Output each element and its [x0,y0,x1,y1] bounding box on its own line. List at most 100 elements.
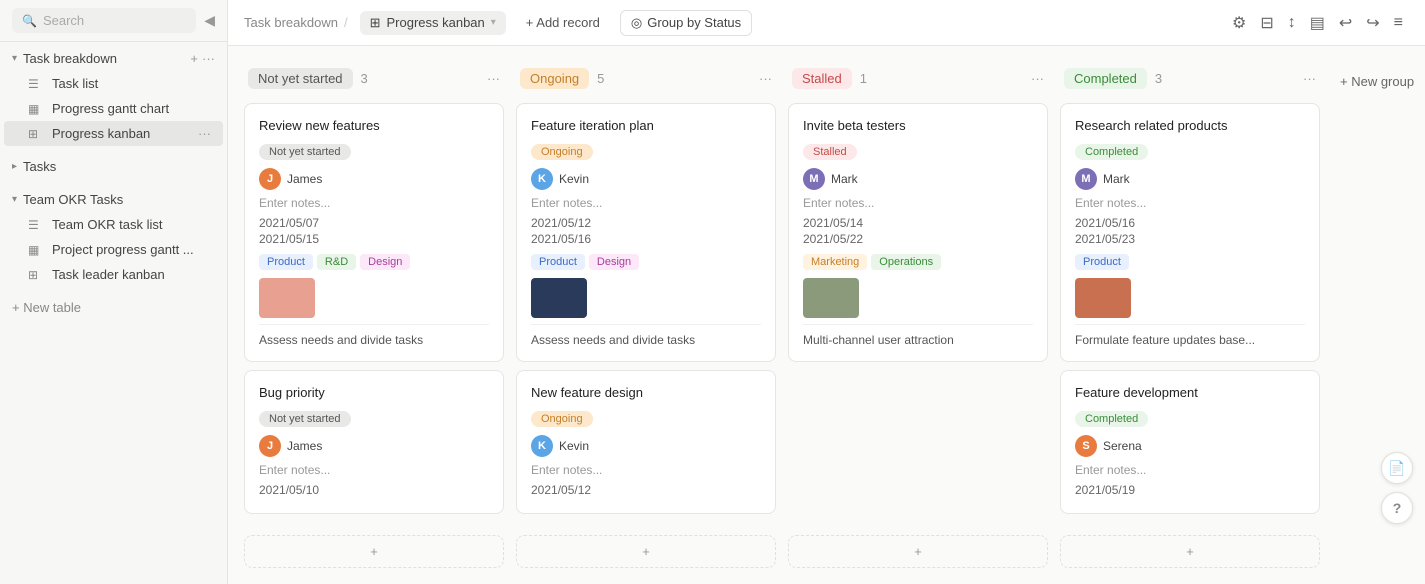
add-card-button[interactable]: + [788,535,1048,568]
card-card-3[interactable]: Feature iteration planOngoing K Kevin En… [516,103,776,362]
card-date1: 2021/05/16 [1075,216,1305,230]
avatar: K [531,435,553,457]
card-user: M Mark [803,168,1033,190]
add-card-button[interactable]: + [516,535,776,568]
undo-button[interactable]: ↩ [1333,9,1358,37]
task-breakdown-section-header[interactable]: ▾ Task breakdown + ··· [0,46,227,71]
breadcrumb: Task breakdown / [244,15,348,30]
view-tab-progress-kanban[interactable]: ⊞ Progress kanban ▾ [360,11,506,35]
card-card-6[interactable]: Research related productsCompleted M Mar… [1060,103,1320,362]
col-menu-icon[interactable]: ··· [1303,71,1316,86]
card-user: J James [259,168,489,190]
main-area: Task breakdown / ⊞ Progress kanban ▾ + A… [228,0,1425,584]
kanban-board: Not yet started3···Review new featuresNo… [228,46,1425,584]
card-title: Feature iteration plan [531,118,761,133]
tag: Operations [871,254,941,270]
chevron-down-icon: ▾ [12,194,17,205]
cards-container: Invite beta testersStalled M Mark Enter … [788,103,1048,531]
sidebar-item-progress-gantt[interactable]: ▦ Progress gantt chart [4,96,223,121]
search-icon: 🔍 [22,14,37,28]
more-button[interactable]: ≡ [1388,10,1409,36]
col-count: 3 [1155,71,1162,86]
card-card-2[interactable]: Bug priorityNot yet started J James Ente… [244,370,504,514]
card-date2: 2021/05/22 [803,232,1033,246]
avatar: M [803,168,825,190]
card-date2: 2021/05/23 [1075,232,1305,246]
floating-buttons: 📄 ? [1381,452,1413,524]
sidebar-item-team-okr-list[interactable]: ☰ Team OKR task list [4,212,223,237]
card-user: J James [259,435,489,457]
card-notes: Enter notes... [259,463,489,477]
breadcrumb-root[interactable]: Task breakdown [244,15,338,30]
table-icon: ☰ [28,77,44,91]
sort-button[interactable]: ↕ [1282,10,1302,36]
settings-button[interactable]: ⚙ [1226,9,1252,37]
user-name: James [287,172,322,186]
collapse-sidebar-button[interactable]: ◀ [204,12,215,29]
card-date1: 2021/05/14 [803,216,1033,230]
more-item-icon[interactable]: ··· [198,126,211,141]
card-tags: ProductDesign [531,254,761,270]
card-subtask: Assess needs and divide tasks [259,324,489,347]
card-date1: 2021/05/10 [259,483,489,497]
col-count: 1 [860,71,867,86]
filter-button[interactable]: ⊟ [1254,9,1279,37]
card-subtask: Multi-channel user attraction [803,324,1033,347]
new-table-button[interactable]: + New table [0,295,227,320]
tag: Design [589,254,639,270]
card-notes: Enter notes... [1075,463,1305,477]
gantt-icon: ▦ [28,102,44,116]
card-card-5[interactable]: Invite beta testersStalled M Mark Enter … [788,103,1048,362]
col-header-not-yet-started: Not yet started3··· [244,62,504,95]
layout-button[interactable]: ▤ [1304,9,1331,37]
new-group-button[interactable]: + New group [1332,70,1425,93]
tag: Design [360,254,410,270]
redo-button[interactable]: ↪ [1360,9,1385,37]
group-by-icon: ◎ [631,15,642,31]
kanban-column-completed: Completed3···Research related productsCo… [1060,62,1320,568]
card-title: Review new features [259,118,489,133]
card-user: S Serena [1075,435,1305,457]
add-card-button[interactable]: + [244,535,504,568]
more-section-icon[interactable]: ··· [202,51,215,66]
sidebar-section-team-okr: ▾ Team OKR Tasks ☰ Team OKR task list ▦ … [0,183,227,291]
col-count: 5 [597,71,604,86]
topbar-actions: ⚙ ⊟ ↕ ▤ ↩ ↪ ≡ [1226,9,1409,37]
col-menu-icon[interactable]: ··· [1031,71,1044,86]
chevron-down-icon: ▾ [491,17,496,28]
chevron-down-icon: ▾ [12,53,17,64]
add-record-button[interactable]: + Add record [518,11,608,34]
card-subtask: Formulate feature updates base... [1075,324,1305,347]
card-image [531,278,587,318]
kanban-icon: ⊞ [28,268,44,282]
floating-doc-button[interactable]: 📄 [1381,452,1413,484]
topbar: Task breakdown / ⊞ Progress kanban ▾ + A… [228,0,1425,46]
col-menu-icon[interactable]: ··· [487,71,500,86]
sidebar-item-progress-kanban[interactable]: ⊞ Progress kanban ··· [4,121,223,146]
sidebar-item-task-list[interactable]: ☰ Task list [4,71,223,96]
sidebar-item-task-leader-kanban[interactable]: ⊞ Task leader kanban [4,262,223,287]
sidebar-header: 🔍 Search ◀ [0,0,227,42]
col-menu-icon[interactable]: ··· [759,71,772,86]
table-icon: ☰ [28,218,44,232]
add-card-button[interactable]: + [1060,535,1320,568]
card-user: K Kevin [531,168,761,190]
search-box[interactable]: 🔍 Search [12,8,196,33]
card-notes: Enter notes... [803,196,1033,210]
team-okr-section-header[interactable]: ▾ Team OKR Tasks [0,187,227,212]
avatar: S [1075,435,1097,457]
card-tags: Product [1075,254,1305,270]
tasks-section-header[interactable]: ▸ Tasks [0,154,227,179]
add-section-icon[interactable]: + [190,51,198,66]
col-count: 3 [361,71,368,86]
tag: Marketing [803,254,867,270]
sidebar-item-project-gantt[interactable]: ▦ Project progress gantt ... [4,237,223,262]
group-by-button[interactable]: ◎ Group by Status [620,10,752,36]
cards-container: Review new featuresNot yet started J Jam… [244,103,504,531]
sidebar-item-label: Project progress gantt ... [52,242,194,257]
card-card-7[interactable]: Feature developmentCompleted S Serena En… [1060,370,1320,514]
floating-help-button[interactable]: ? [1381,492,1413,524]
card-card-4[interactable]: New feature designOngoing K Kevin Enter … [516,370,776,514]
tasks-label: Tasks [23,159,56,174]
card-card-1[interactable]: Review new featuresNot yet started J Jam… [244,103,504,362]
